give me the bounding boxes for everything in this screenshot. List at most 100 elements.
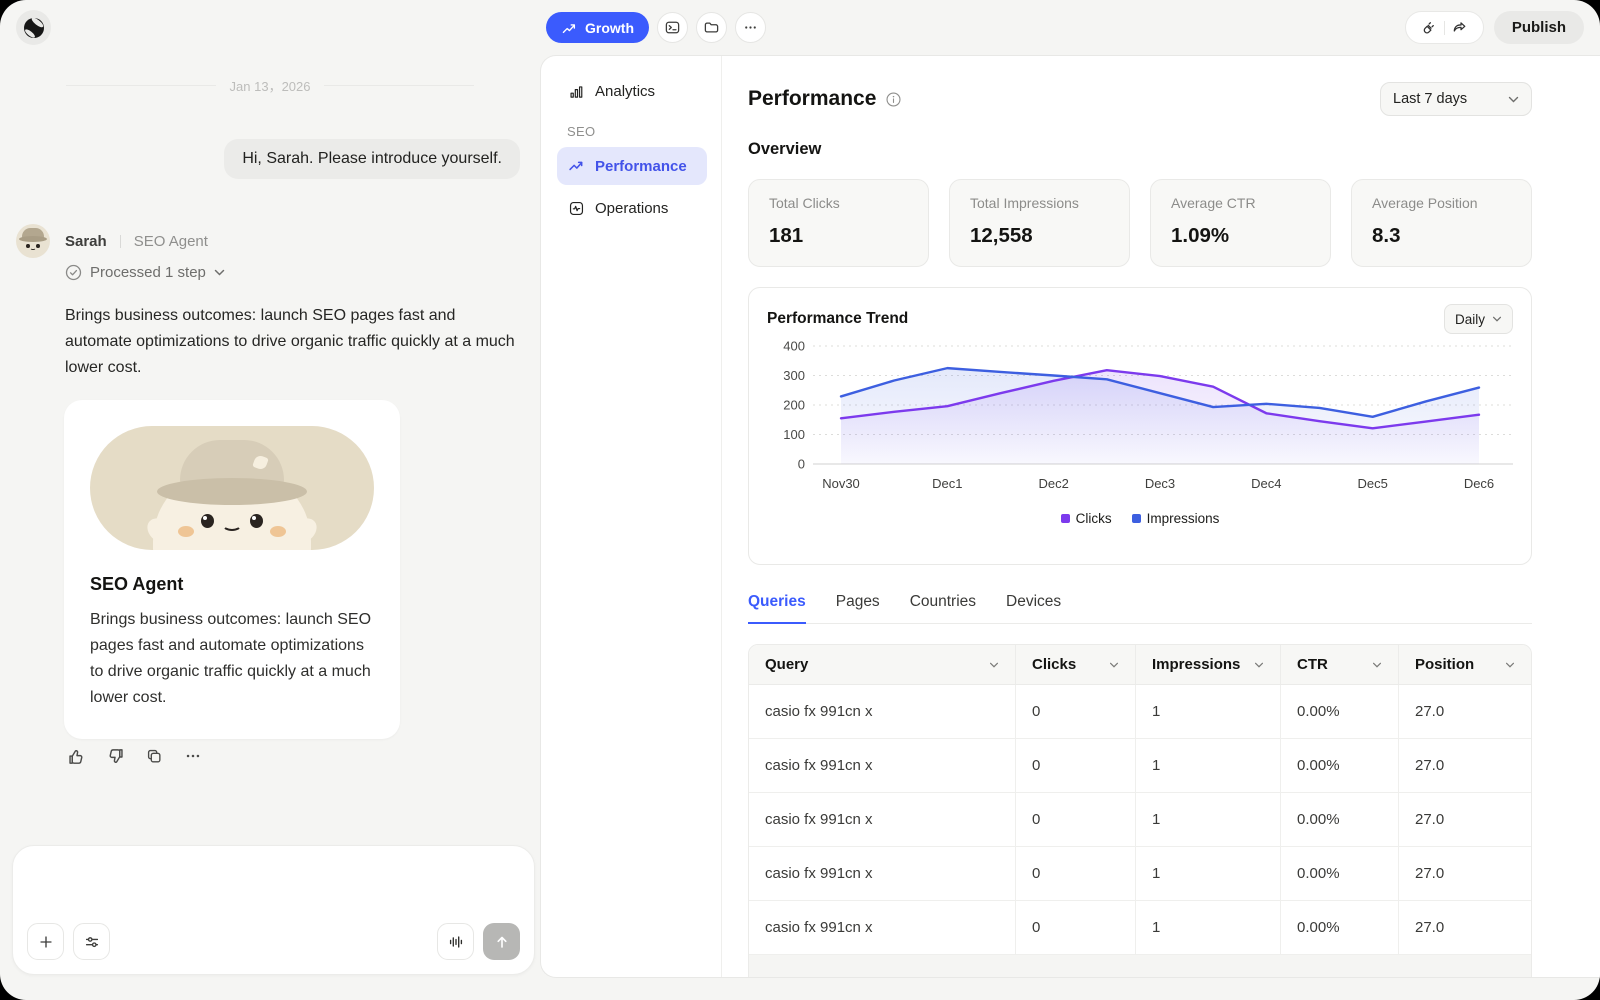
table-cell: casio fx 991cn x	[749, 739, 1016, 792]
date-range-value: Last 7 days	[1393, 91, 1467, 107]
sidebar-item-performance[interactable]: Performance	[557, 147, 707, 185]
agent-role: SEO Agent	[134, 233, 208, 250]
message-actions	[66, 746, 203, 766]
sidebar-item-label: Analytics	[595, 83, 655, 100]
stat-card-total-impressions: Total Impressions 12,558	[949, 179, 1130, 267]
svg-text:400: 400	[783, 339, 805, 354]
tools-button[interactable]	[73, 923, 110, 960]
tab-devices[interactable]: Devices	[1006, 593, 1061, 623]
publish-button[interactable]: Publish	[1494, 11, 1584, 44]
seo-agent-card[interactable]: SEO Agent Brings business outcomes: laun…	[64, 400, 400, 739]
table-row[interactable]: casio fx 991cn x010.00%27.0	[749, 901, 1531, 955]
table-cell: casio fx 991cn x	[749, 793, 1016, 846]
table-cell: casio fx 991cn x	[749, 901, 1016, 954]
logo-icon	[23, 17, 45, 39]
agent-header: Sarah SEO Agent	[16, 224, 208, 258]
ellipsis-icon	[742, 19, 759, 36]
svg-text:Dec5: Dec5	[1357, 476, 1387, 491]
voice-input-button[interactable]	[437, 923, 474, 960]
table-footer	[749, 955, 1531, 978]
date-range-select[interactable]: Last 7 days	[1380, 82, 1532, 116]
status-text: Processed 1 step	[90, 264, 206, 281]
sidebar-item-analytics[interactable]: Analytics	[557, 74, 707, 108]
table-cell: 1	[1136, 901, 1281, 954]
table-row[interactable]: casio fx 991cn x010.00%27.0	[749, 847, 1531, 901]
legend-impressions: Impressions	[1132, 511, 1220, 526]
sidebar-item-label: Performance	[595, 158, 687, 175]
column-header-position[interactable]: Position	[1399, 645, 1531, 684]
table-cell: 0	[1016, 793, 1136, 846]
legend-clicks: Clicks	[1061, 511, 1112, 526]
agent-name: Sarah	[65, 233, 107, 250]
page-title: Performance	[748, 87, 876, 111]
bar-chart-icon	[567, 83, 585, 100]
stat-cards: Total Clicks 181 Total Impressions 12,55…	[748, 179, 1532, 267]
granularity-select[interactable]: Daily	[1444, 304, 1513, 334]
agent-card-title: SEO Agent	[90, 574, 374, 595]
svg-text:Dec2: Dec2	[1038, 476, 1068, 491]
tab-queries[interactable]: Queries	[748, 593, 806, 624]
activity-icon	[567, 200, 585, 217]
sidebar-section-seo: SEO	[567, 124, 721, 139]
trending-up-icon	[567, 157, 585, 175]
table-cell: casio fx 991cn x	[749, 685, 1016, 738]
plug-icon[interactable]	[1414, 13, 1444, 43]
terminal-icon	[664, 19, 681, 36]
table-cell: 0.00%	[1281, 685, 1399, 738]
sidebar-item-operations[interactable]: Operations	[557, 191, 707, 225]
svg-text:Dec3: Dec3	[1145, 476, 1175, 491]
info-icon[interactable]	[885, 91, 902, 108]
chevron-down-icon	[214, 269, 225, 276]
table-cell: 0.00%	[1281, 847, 1399, 900]
files-button[interactable]	[696, 12, 727, 43]
column-header-impressions[interactable]: Impressions	[1136, 645, 1281, 684]
table-cell: 0.00%	[1281, 793, 1399, 846]
table-cell: 27.0	[1399, 739, 1531, 792]
terminal-button[interactable]	[657, 12, 688, 43]
granularity-value: Daily	[1455, 312, 1485, 327]
analytics-sidebar: Analytics SEO Performance Operations	[541, 56, 722, 977]
table-cell: 27.0	[1399, 901, 1531, 954]
column-header-query[interactable]: Query	[749, 645, 1016, 684]
svg-text:0: 0	[798, 457, 805, 472]
more-options-button[interactable]	[735, 12, 766, 43]
processed-steps-toggle[interactable]: Processed 1 step	[65, 264, 225, 281]
send-button[interactable]	[483, 923, 520, 960]
tab-countries[interactable]: Countries	[910, 593, 976, 623]
copy-icon[interactable]	[144, 746, 164, 766]
chart-line-icon	[561, 20, 577, 36]
attach-button[interactable]	[27, 923, 64, 960]
user-message-bubble: Hi, Sarah. Please introduce yourself.	[224, 139, 520, 179]
table-row[interactable]: casio fx 991cn x010.00%27.0	[749, 793, 1531, 847]
app-logo[interactable]	[16, 10, 51, 45]
chat-input[interactable]	[12, 845, 535, 975]
publish-toolbar: Publish	[1405, 11, 1584, 44]
table-row[interactable]: casio fx 991cn x010.00%27.0	[749, 739, 1531, 793]
chevron-down-icon	[1492, 316, 1502, 322]
svg-text:Dec6: Dec6	[1464, 476, 1494, 491]
thumbs-down-icon[interactable]	[105, 746, 125, 766]
tab-pages[interactable]: Pages	[836, 593, 880, 623]
integration-pill	[1405, 11, 1484, 44]
chat-panel: Jan 13，2026 Hi, Sarah. Please introduce …	[0, 0, 540, 1000]
table-row[interactable]: casio fx 991cn x010.00%27.0	[749, 685, 1531, 739]
folder-icon	[703, 19, 720, 36]
svg-text:200: 200	[783, 398, 805, 413]
agent-card-description: Brings business outcomes: launch SEO pag…	[90, 607, 374, 711]
table-cell: 27.0	[1399, 847, 1531, 900]
share-icon[interactable]	[1445, 13, 1475, 43]
table-body: casio fx 991cn x010.00%27.0casio fx 991c…	[749, 685, 1531, 955]
performance-trend-card: Performance Trend Daily	[748, 287, 1532, 565]
column-header-clicks[interactable]: Clicks	[1016, 645, 1136, 684]
stat-card-average-ctr: Average CTR 1.09%	[1150, 179, 1331, 267]
trend-chart: 0100200300400Nov30Dec1Dec2Dec3Dec4Dec5De…	[767, 334, 1515, 504]
divider	[120, 235, 121, 248]
workspace-tab-growth[interactable]: Growth	[546, 12, 649, 43]
legend-swatch	[1132, 514, 1141, 523]
thumbs-up-icon[interactable]	[66, 746, 86, 766]
svg-text:Dec1: Dec1	[932, 476, 962, 491]
svg-text:300: 300	[783, 368, 805, 383]
table-cell: 0.00%	[1281, 739, 1399, 792]
column-header-ctr[interactable]: CTR	[1281, 645, 1399, 684]
more-icon[interactable]	[183, 746, 203, 766]
